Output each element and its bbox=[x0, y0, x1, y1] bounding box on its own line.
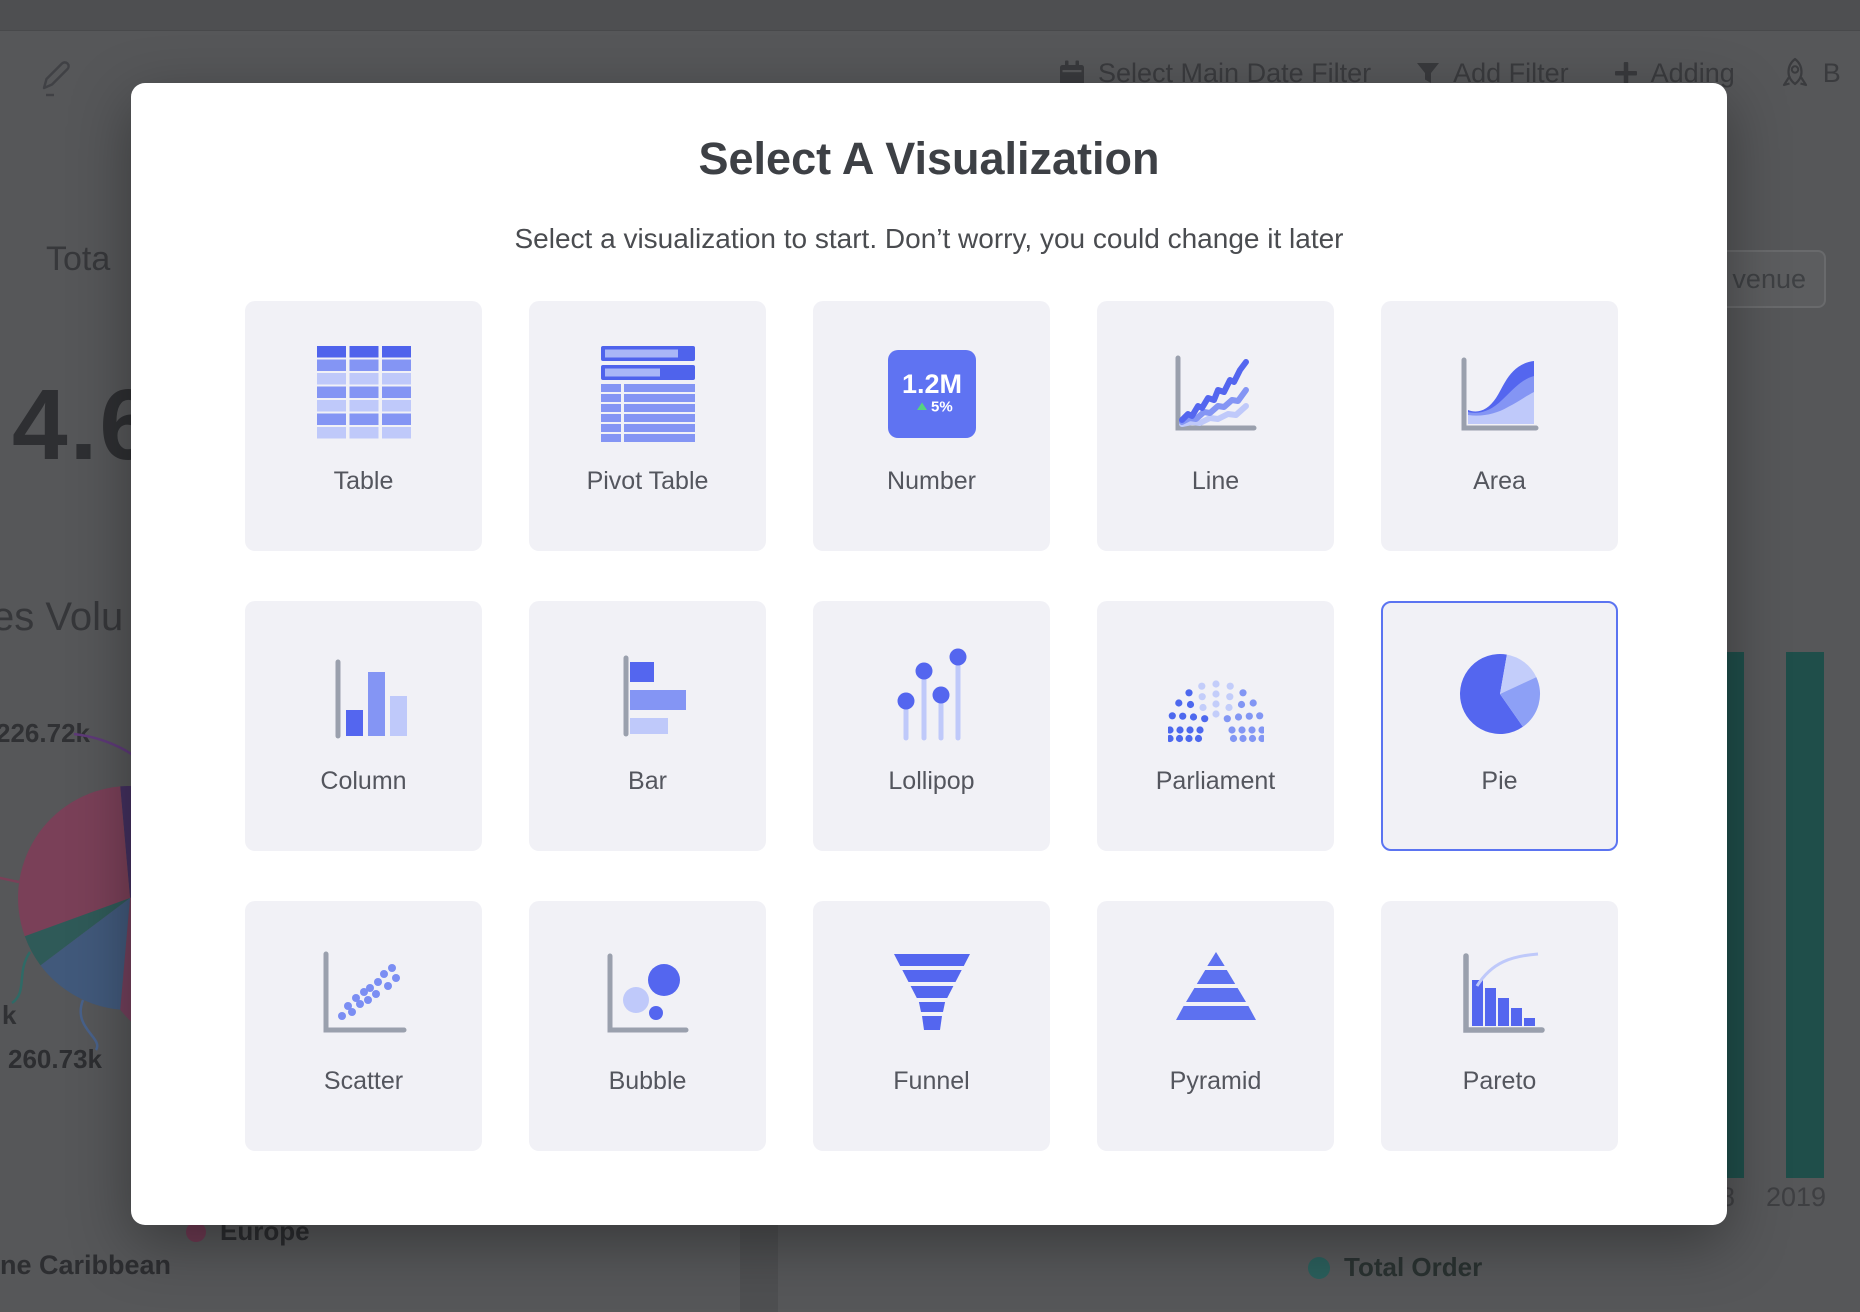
viz-tile-pie[interactable]: Pie bbox=[1381, 601, 1618, 851]
total-card-title: Tota bbox=[46, 240, 110, 279]
viz-tile-table[interactable]: Table bbox=[245, 301, 482, 551]
viz-tile-label: Column bbox=[320, 767, 406, 796]
column-bar-2019 bbox=[1786, 652, 1824, 1178]
total-order-legend-label: Total Order bbox=[1344, 1252, 1482, 1283]
bar-chart-icon bbox=[600, 639, 696, 749]
pie-chart-icon bbox=[1452, 639, 1548, 749]
viz-tile-label: Funnel bbox=[893, 1067, 969, 1096]
viz-tile-label: Number bbox=[887, 467, 976, 496]
pyramid-chart-icon bbox=[1168, 939, 1264, 1049]
viz-tile-number[interactable]: 1.2M 5% Number bbox=[813, 301, 1050, 551]
line-chart-icon bbox=[1168, 339, 1264, 449]
number-kpi-icon: 1.2M 5% bbox=[884, 339, 980, 449]
viz-tile-label: Pivot Table bbox=[587, 467, 709, 496]
area-chart-icon bbox=[1452, 339, 1548, 449]
pareto-chart-icon bbox=[1452, 939, 1548, 1049]
total-order-legend-dot bbox=[1308, 1257, 1330, 1279]
bubble-chart-icon bbox=[600, 939, 696, 1049]
sales-volume-title: es Volu bbox=[0, 595, 123, 640]
viz-tile-label: Line bbox=[1192, 467, 1239, 496]
visualization-grid: Table bbox=[245, 301, 1618, 1151]
x-axis-label-2019: 2019 bbox=[1766, 1182, 1826, 1213]
viz-tile-bar[interactable]: Bar bbox=[529, 601, 766, 851]
viz-tile-pyramid[interactable]: Pyramid bbox=[1097, 901, 1334, 1151]
boost-button[interactable]: B bbox=[1779, 56, 1841, 90]
viz-tile-label: Bar bbox=[628, 767, 667, 796]
top-strip bbox=[0, 0, 1860, 31]
viz-tile-label: Lollipop bbox=[888, 767, 974, 796]
viz-tile-column[interactable]: Column bbox=[245, 601, 482, 851]
viz-tile-label: Bubble bbox=[609, 1067, 687, 1096]
legend-item-caribbean: ne Caribbean bbox=[0, 1250, 171, 1281]
scatter-chart-icon bbox=[316, 939, 412, 1049]
boost-label: B bbox=[1823, 58, 1841, 89]
pivot-table-icon bbox=[600, 339, 696, 449]
select-visualization-modal: Select A Visualization Select a visualiz… bbox=[131, 83, 1727, 1225]
edit-pencil-icon[interactable] bbox=[36, 58, 76, 102]
modal-title: Select A Visualization bbox=[131, 133, 1727, 185]
viz-tile-bubble[interactable]: Bubble bbox=[529, 901, 766, 1151]
viz-tile-pareto[interactable]: Pareto bbox=[1381, 901, 1618, 1151]
viz-tile-pivot-table[interactable]: Pivot Table bbox=[529, 301, 766, 551]
column-chart-icon bbox=[316, 639, 412, 749]
viz-tile-parliament[interactable]: Parliament bbox=[1097, 601, 1334, 851]
viz-tile-label: Table bbox=[334, 467, 394, 496]
viz-tile-label: Pyramid bbox=[1170, 1067, 1262, 1096]
revenue-button-label: venue bbox=[1732, 264, 1806, 295]
viz-tile-label: Parliament bbox=[1156, 767, 1276, 796]
funnel-chart-icon bbox=[884, 939, 980, 1049]
viz-tile-line[interactable]: Line bbox=[1097, 301, 1334, 551]
viz-tile-funnel[interactable]: Funnel bbox=[813, 901, 1050, 1151]
viz-tile-label: Scatter bbox=[324, 1067, 403, 1096]
viz-tile-label: Pareto bbox=[1463, 1067, 1537, 1096]
table-chart-icon bbox=[316, 339, 412, 449]
panel-divider bbox=[740, 1224, 778, 1312]
number-icon-value: 1.2M bbox=[901, 369, 961, 399]
viz-tile-lollipop[interactable]: Lollipop bbox=[813, 601, 1050, 851]
viz-tile-area[interactable]: Area bbox=[1381, 301, 1618, 551]
parliament-chart-icon bbox=[1168, 639, 1264, 749]
number-icon-delta: 5% bbox=[931, 399, 953, 416]
rocket-icon bbox=[1779, 56, 1811, 90]
app-root: { "toolbar": { "items": [ {"label": "Sel… bbox=[0, 0, 1860, 1312]
lollipop-chart-icon bbox=[884, 639, 980, 749]
viz-tile-scatter[interactable]: Scatter bbox=[245, 901, 482, 1151]
modal-subtitle: Select a visualization to start. Don’t w… bbox=[131, 223, 1727, 255]
viz-tile-label: Pie bbox=[1481, 767, 1517, 796]
legend-item-total-order[interactable]: Total Order bbox=[1308, 1252, 1482, 1283]
viz-tile-label: Area bbox=[1473, 467, 1526, 496]
